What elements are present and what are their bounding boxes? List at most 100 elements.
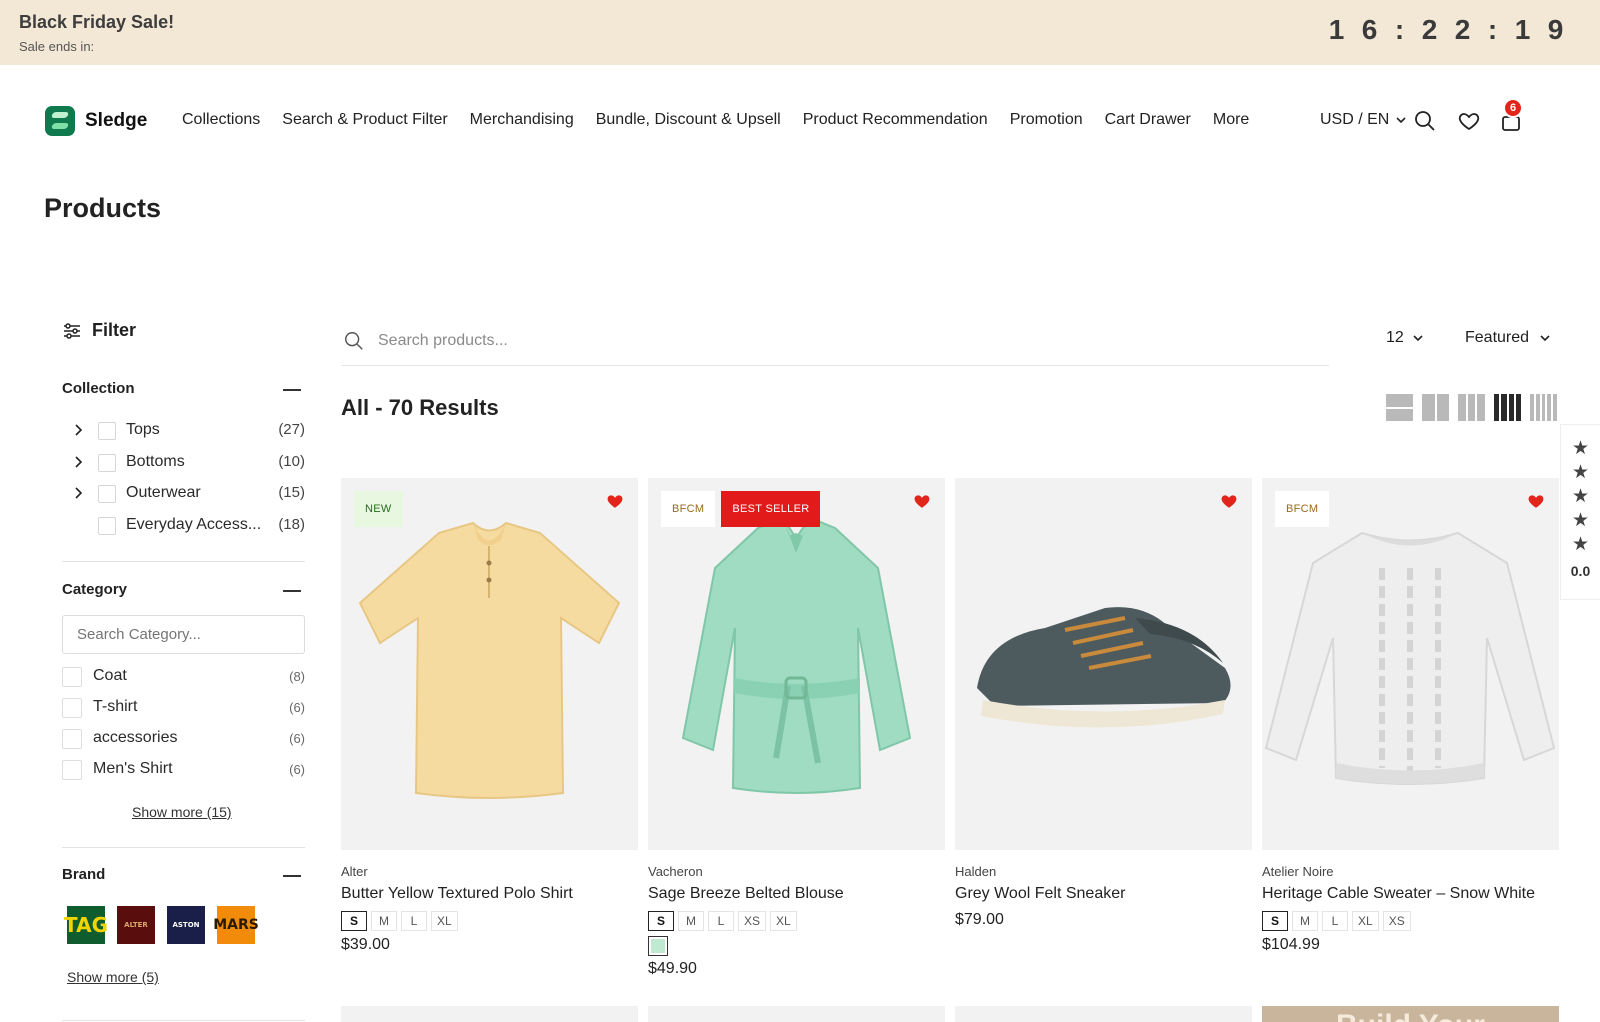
countdown-separator: :	[1487, 14, 1498, 45]
category-search-input[interactable]	[62, 615, 305, 654]
promo-tile[interactable]: Build Your	[1262, 1006, 1559, 1022]
product-card-peek[interactable]	[341, 1006, 638, 1022]
filter-heading[interactable]: Filter	[62, 320, 136, 341]
wishlist-heart-icon[interactable]	[913, 492, 931, 510]
size-option[interactable]: L	[401, 911, 427, 931]
brand-logo[interactable]: ALTER	[117, 906, 155, 944]
nav-item[interactable]: More	[1213, 111, 1249, 129]
category-show-more-link[interactable]: Show more (15)	[132, 804, 232, 820]
collection-item[interactable]: Everyday Access... (18)	[62, 515, 305, 537]
product-card-peek[interactable]	[648, 1006, 945, 1022]
product-image[interactable]: BFCM	[1262, 478, 1559, 850]
wishlist-heart-icon[interactable]	[1220, 492, 1238, 510]
size-option[interactable]: M	[371, 911, 397, 931]
nav-item[interactable]: Product Recommendation	[803, 111, 988, 129]
brand-logo[interactable]: ASTON	[167, 906, 205, 944]
size-option[interactable]: M	[678, 911, 704, 931]
size-option[interactable]: XL	[1352, 911, 1379, 931]
nav-item[interactable]: Collections	[182, 111, 260, 129]
star-icon: ★	[1571, 510, 1590, 531]
brand-show-more-link[interactable]: Show more (5)	[67, 969, 159, 985]
product-image[interactable]	[955, 478, 1252, 850]
checkbox[interactable]	[62, 667, 82, 687]
product-title[interactable]: Butter Yellow Textured Polo Shirt	[341, 885, 573, 903]
category-item[interactable]: T-shirt (6)	[62, 697, 305, 719]
product-title[interactable]: Sage Breeze Belted Blouse	[648, 885, 844, 903]
star-icon: ★	[1571, 486, 1590, 507]
layout-5-col-button[interactable]	[1530, 394, 1557, 421]
results-count: All - 70 Results	[341, 395, 499, 420]
collection-item[interactable]: Bottoms (10)	[62, 452, 305, 474]
size-option[interactable]: XL	[431, 911, 458, 931]
heart-icon[interactable]	[1457, 109, 1481, 133]
category-title[interactable]: Category	[62, 581, 127, 598]
collection-title[interactable]: Collection	[62, 380, 135, 397]
brand-logo-label: MARS	[213, 917, 259, 933]
collection-item[interactable]: Outerwear (15)	[62, 483, 305, 505]
search-icon[interactable]	[1413, 109, 1437, 133]
chevron-right-icon[interactable]	[74, 486, 84, 500]
page-title: Products	[44, 193, 162, 223]
per-page-select[interactable]: 12	[1386, 329, 1424, 347]
logo[interactable]: Sledge	[45, 106, 147, 136]
nav-item[interactable]: Promotion	[1010, 111, 1083, 129]
site-header: Sledge Collections Search & Product Filte…	[0, 65, 1600, 180]
product-title[interactable]: Grey Wool Felt Sneaker	[955, 885, 1125, 903]
collection-item-count: (27)	[278, 421, 305, 438]
reviews-widget[interactable]: ★ ★ ★ ★ ★ 0.0	[1560, 424, 1600, 600]
layout-3-col-button[interactable]	[1458, 394, 1486, 421]
checkbox[interactable]	[62, 698, 82, 718]
size-options: S M L XL XS	[1262, 911, 1411, 931]
product-card-peek[interactable]	[955, 1006, 1252, 1022]
brand-title[interactable]: Brand	[62, 866, 105, 883]
collapse-category-icon[interactable]	[283, 590, 301, 592]
sort-select[interactable]: Featured	[1465, 329, 1551, 347]
checkbox[interactable]	[62, 729, 82, 749]
layout-4-col-button[interactable]	[1494, 394, 1521, 421]
product-price: $49.90	[648, 960, 697, 977]
product-search-input[interactable]	[378, 326, 978, 356]
checkbox[interactable]	[98, 485, 116, 503]
brand-logo[interactable]: TAG	[64, 906, 108, 944]
size-option[interactable]: M	[1292, 911, 1318, 931]
nav-item[interactable]: Search & Product Filter	[282, 111, 447, 129]
brand-list: TAG ALTER ASTON MARS	[64, 906, 259, 944]
layout-2-col-button[interactable]	[1422, 394, 1449, 421]
product-title[interactable]: Heritage Cable Sweater – Snow White	[1262, 885, 1535, 903]
chevron-right-icon[interactable]	[74, 423, 84, 437]
collapse-brand-icon[interactable]	[283, 875, 301, 877]
wishlist-heart-icon[interactable]	[1527, 492, 1545, 510]
size-option[interactable]: S	[648, 911, 674, 931]
wishlist-heart-icon[interactable]	[606, 492, 624, 510]
layout-list-button[interactable]	[1386, 394, 1413, 421]
nav-item[interactable]: Merchandising	[470, 111, 574, 129]
brand-logo[interactable]: MARS	[213, 906, 259, 944]
nav-item[interactable]: Bundle, Discount & Upsell	[596, 111, 781, 129]
color-swatch[interactable]	[648, 936, 668, 956]
collection-item-label: Bottoms	[126, 453, 185, 470]
checkbox[interactable]	[98, 422, 116, 440]
size-option[interactable]: XS	[738, 911, 767, 931]
product-image[interactable]: BFCM BEST SELLER	[648, 478, 945, 850]
collection-item[interactable]: Tops (27)	[62, 420, 305, 442]
category-item[interactable]: accessories (6)	[62, 728, 305, 750]
size-option[interactable]: XL	[770, 911, 797, 931]
nav-item[interactable]: Cart Drawer	[1105, 111, 1191, 129]
locale-selector[interactable]: USD / EN	[1320, 111, 1407, 129]
size-option[interactable]: S	[341, 911, 367, 931]
product-search-bar	[341, 318, 1329, 366]
brand-logo-label: ALTER	[124, 921, 148, 929]
collapse-collection-icon[interactable]	[283, 389, 301, 391]
category-item[interactable]: Men's Shirt (6)	[62, 759, 305, 781]
checkbox[interactable]	[98, 517, 116, 535]
size-option[interactable]: S	[1262, 911, 1288, 931]
checkbox[interactable]	[62, 760, 82, 780]
product-image[interactable]: NEW	[341, 478, 638, 850]
category-item[interactable]: Coat (8)	[62, 666, 305, 688]
size-option[interactable]: L	[1322, 911, 1348, 931]
size-option[interactable]: XS	[1382, 911, 1411, 931]
chevron-right-icon[interactable]	[74, 455, 84, 469]
size-option[interactable]: L	[708, 911, 734, 931]
sort-value: Featured	[1465, 329, 1530, 346]
checkbox[interactable]	[98, 454, 116, 472]
